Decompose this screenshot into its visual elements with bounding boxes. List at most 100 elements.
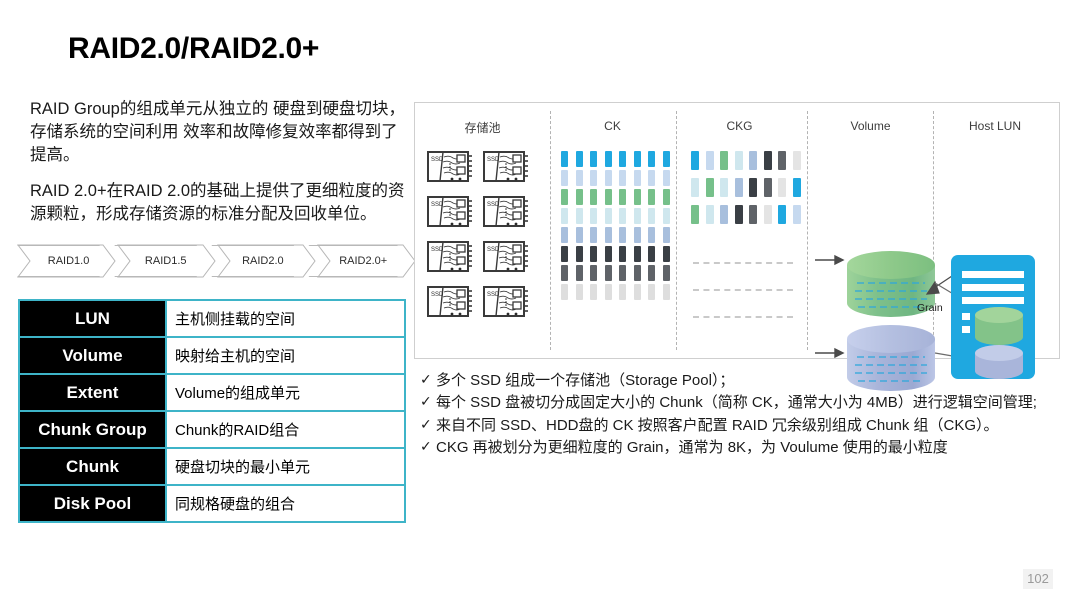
diagram-column-label-ck: CK — [604, 119, 621, 133]
bullet-text: CKG 再被划分为更细粒度的 Grain，通常为 8K，为 Voulume 使用… — [436, 438, 948, 456]
ckg-dashed-row — [693, 289, 793, 291]
ckg-block — [705, 151, 714, 170]
chevron-step-raid15[interactable]: RAID1.5 — [114, 245, 209, 277]
ck-block — [648, 189, 655, 205]
ck-block — [561, 170, 568, 186]
page-title: RAID2.0/RAID2.0+ — [68, 32, 320, 65]
ck-block — [619, 265, 626, 281]
table-row: Chunk 硬盘切块的最小单元 — [18, 447, 406, 486]
ssd-disk-icon: SSD — [483, 241, 530, 272]
ckg-block — [749, 178, 757, 197]
ck-block — [662, 170, 670, 186]
chevron-step-label: RAID2.0+ — [339, 255, 388, 267]
svg-text:SSD: SSD — [487, 247, 500, 253]
ck-block — [662, 189, 670, 205]
chevron-step-raid10[interactable]: RAID1.0 — [17, 245, 112, 277]
bullet-list: ✓ 多个 SSD 组成一个存储池（Storage Pool）； ✓ 每个 SSD… — [420, 370, 1065, 459]
ckg-block — [778, 178, 786, 197]
ck-block — [604, 265, 612, 281]
ck-block — [633, 151, 641, 167]
table-cell-term: Chunk Group — [18, 410, 167, 449]
ck-block — [662, 227, 670, 243]
chevron-step-raid20plus[interactable]: RAID2.0+ — [308, 245, 410, 277]
svg-text:SSD: SSD — [431, 202, 444, 208]
ckg-block — [778, 205, 786, 224]
ck-block — [662, 208, 670, 224]
ck-block — [619, 284, 626, 300]
diagram-column-label-ckg: CKG — [726, 119, 753, 133]
table-cell-term: Extent — [18, 373, 167, 412]
ck-block — [590, 265, 597, 281]
ck-block — [648, 284, 655, 300]
ssd-disk-icon: SSD — [427, 286, 474, 317]
bullet-text: 多个 SSD 组成一个存储池（Storage Pool）； — [436, 372, 735, 389]
page-number: 102 — [1023, 569, 1053, 589]
ck-block — [633, 284, 641, 300]
ck-block — [648, 208, 655, 224]
ck-block — [604, 227, 612, 243]
table-row: Extent Volume的组成单元 — [18, 373, 406, 412]
ck-block — [633, 265, 641, 281]
diagram-column-label-storage-pool: 存储池 — [464, 121, 501, 135]
ckg-block — [763, 178, 772, 197]
ckg-block — [705, 178, 714, 197]
svg-text:SSD: SSD — [487, 157, 500, 163]
ck-block — [590, 170, 597, 186]
ck-block — [604, 170, 612, 186]
ck-block — [633, 170, 641, 186]
ck-block — [604, 208, 612, 224]
svg-text:SSD: SSD — [487, 202, 500, 208]
ck-block — [590, 227, 597, 243]
ck-block — [604, 284, 612, 300]
check-icon: ✓ — [420, 437, 432, 454]
ck-block — [561, 189, 568, 205]
table-cell-desc: Volume的组成单元 — [165, 373, 406, 412]
chevron-step-raid20[interactable]: RAID2.0 — [211, 245, 306, 277]
ckg-block — [720, 151, 728, 170]
ck-block — [575, 189, 583, 205]
ssd-disk-icon: SSD — [427, 151, 474, 182]
definition-table: LUN 主机侧挂载的空间 Volume 映射给主机的空间 Extent Volu… — [18, 299, 406, 523]
ck-block — [633, 189, 641, 205]
ck-block — [575, 246, 583, 262]
list-item: ✓ 每个 SSD 盘被切分成固定大小的 Chunk（简称 CK，通常大小为 4M… — [420, 392, 1065, 413]
ck-block — [619, 151, 626, 167]
svg-text:SSD: SSD — [431, 157, 444, 163]
diagram-column-label-volume: Volume — [850, 119, 891, 133]
table-cell-desc: 映射给主机的空间 — [165, 336, 406, 375]
table-row: Chunk Group Chunk的RAID组合 — [18, 410, 406, 449]
ssd-disk-icon: SSD — [427, 196, 474, 227]
ck-block — [619, 189, 626, 205]
table-cell-term: Chunk — [18, 447, 167, 486]
diagram-separator-1 — [550, 111, 551, 350]
ssd-disk-icon: SSD — [483, 286, 530, 317]
svg-text:SSD: SSD — [487, 292, 500, 298]
list-item: ✓ 多个 SSD 组成一个存储池（Storage Pool）； — [420, 370, 1065, 391]
check-icon: ✓ — [420, 415, 432, 432]
table-cell-desc: 硬盘切块的最小单元 — [165, 447, 406, 486]
ck-block — [648, 265, 655, 281]
volume-arrows — [815, 254, 845, 359]
bullet-text: 每个 SSD 盘被切分成固定大小的 Chunk（简称 CK，通常大小为 4MB）… — [436, 394, 1037, 412]
ckg-block — [734, 151, 743, 170]
ck-block — [561, 284, 568, 300]
table-cell-desc: 主机侧挂载的空间 — [165, 299, 406, 338]
raid-evolution-chevron-bar: RAID1.0 RAID1.5 RAID2.0 RAID2.0+ — [17, 245, 412, 277]
host-lun-panel — [951, 255, 1035, 379]
description-paragraph-2: RAID 2.0+在RAID 2.0的基础上提供了更细粒度的资源颗粒，形成存储资… — [30, 182, 405, 224]
bullet-text: 来自不同 SSD、HDD盘的 CK 按照客户配置 RAID 冗余级别组成 Chu… — [436, 416, 999, 434]
ck-block — [662, 284, 670, 300]
description-block: RAID Group的组成单元从独立的 硬盘到硬盘切块，存储系统的空间利用 效率… — [30, 98, 410, 240]
ck-block — [619, 170, 626, 186]
ck-block — [633, 246, 641, 262]
ckg-block — [691, 151, 699, 170]
ck-block — [648, 246, 655, 262]
ck-block — [561, 151, 568, 167]
ckg-dashed-row — [693, 316, 793, 318]
ckg-block — [705, 205, 714, 224]
chevron-step-label: RAID2.0 — [242, 255, 284, 267]
svg-text:SSD: SSD — [431, 292, 444, 298]
ckg-block — [749, 151, 757, 170]
ckg-block — [763, 151, 772, 170]
ck-block — [619, 227, 626, 243]
